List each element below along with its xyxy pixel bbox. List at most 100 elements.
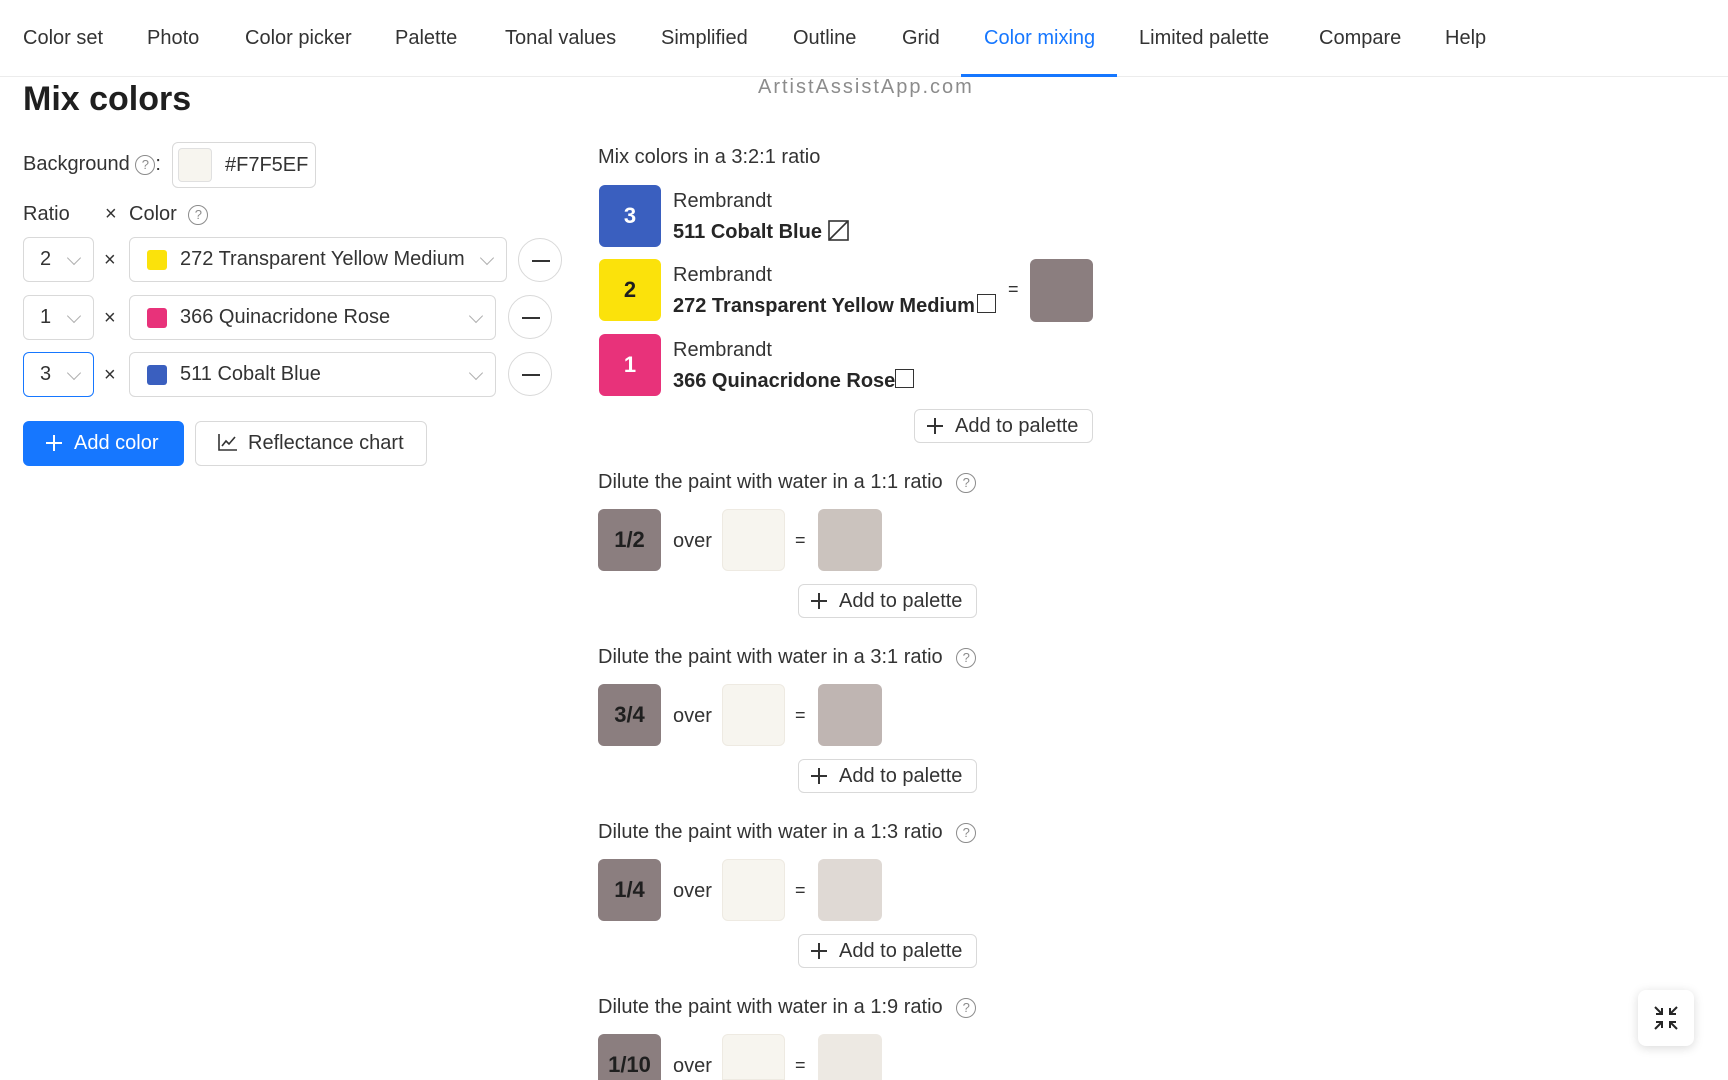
over-label: over <box>673 705 712 727</box>
dilution-fraction-swatch: 1/2 <box>598 509 661 571</box>
checkbox[interactable] <box>895 369 914 388</box>
tab-simplified[interactable]: Simplified <box>661 0 748 77</box>
paint-name: 272 Transparent Yellow Medium <box>673 295 975 317</box>
line-chart-icon <box>218 434 237 451</box>
help-icon[interactable]: ? <box>956 997 977 1018</box>
background-color-input[interactable]: #F7F5EF <box>172 142 316 188</box>
color-swatch <box>147 308 167 328</box>
remove-color-button[interactable] <box>508 295 552 339</box>
exit-fullscreen-button[interactable] <box>1638 990 1694 1046</box>
plus-icon <box>811 768 827 784</box>
add-to-palette-label: Add to palette <box>839 940 963 962</box>
tab-tonal-values[interactable]: Tonal values <box>505 0 616 77</box>
tab-color-picker[interactable]: Color picker <box>245 0 352 77</box>
color-swatch <box>147 250 167 270</box>
add-to-palette-button[interactable]: Add to palette <box>798 759 977 793</box>
add-to-palette-button[interactable]: Add to palette <box>914 409 1093 443</box>
tab-outline[interactable]: Outline <box>793 0 856 77</box>
times-header: × <box>105 203 117 225</box>
mix-parts-badge: 3 <box>599 185 661 247</box>
color-select[interactable]: 272 Transparent Yellow Medium <box>129 237 507 282</box>
dilution-heading-text: Dilute the paint with water in a 1:1 rat… <box>598 471 943 493</box>
dilution-heading: Dilute the paint with water in a 1:3 rat… <box>598 821 977 844</box>
background-label-group: Background ?: <box>23 153 161 176</box>
dilution-fraction-swatch: 3/4 <box>598 684 661 746</box>
plus-icon <box>927 418 943 434</box>
chevron-down-icon <box>66 308 82 324</box>
checkbox-slashed-icon[interactable] <box>828 220 849 241</box>
tab-grid[interactable]: Grid <box>902 0 940 77</box>
times-sign: × <box>104 307 116 329</box>
tab-photo[interactable]: Photo <box>147 0 199 77</box>
ratio-select[interactable]: 1 <box>23 295 94 340</box>
minus-icon <box>522 317 540 319</box>
chevron-down-icon <box>66 365 82 381</box>
plus-icon <box>811 943 827 959</box>
background-label: Background <box>23 153 130 175</box>
checkbox[interactable] <box>977 294 996 313</box>
equals-sign: = <box>795 880 806 900</box>
background-colon: : <box>155 153 161 175</box>
reflectance-chart-button[interactable]: Reflectance chart <box>195 421 427 466</box>
add-to-palette-label: Add to palette <box>955 415 1079 437</box>
paper-swatch <box>722 1034 785 1080</box>
over-label: over <box>673 1055 712 1077</box>
help-icon[interactable]: ? <box>956 822 977 843</box>
color-header-group: Color ? <box>129 203 209 226</box>
tab-palette[interactable]: Palette <box>395 0 457 77</box>
collapse-icon <box>1654 1006 1678 1030</box>
help-icon[interactable]: ? <box>956 472 977 493</box>
tab-limited-palette[interactable]: Limited palette <box>1139 0 1269 77</box>
reflectance-chart-label: Reflectance chart <box>248 432 404 454</box>
paint-brand: Rembrandt <box>673 190 772 212</box>
minus-icon <box>532 260 550 262</box>
dilution-result-swatch <box>818 509 882 571</box>
plus-icon <box>811 593 827 609</box>
paper-swatch <box>722 684 785 746</box>
help-icon[interactable]: ? <box>135 154 156 175</box>
help-icon[interactable]: ? <box>188 204 209 225</box>
watermark: ArtistAssistApp.com <box>758 76 974 98</box>
chevron-down-icon <box>479 250 495 266</box>
help-icon[interactable]: ? <box>956 647 977 668</box>
tab-color-mixing[interactable]: Color mixing <box>984 0 1095 77</box>
ratio-header: Ratio <box>23 203 70 225</box>
ratio-select[interactable]: 3 <box>23 352 94 397</box>
tab-help[interactable]: Help <box>1445 0 1486 77</box>
mix-parts-badge: 2 <box>599 259 661 321</box>
chevron-down-icon <box>66 250 82 266</box>
color-select-label: 366 Quinacridone Rose <box>180 306 391 328</box>
over-label: over <box>673 530 712 552</box>
mix-parts-badge: 1 <box>599 334 661 396</box>
color-swatch <box>147 365 167 385</box>
tab-compare[interactable]: Compare <box>1319 0 1401 77</box>
paint-name: 511 Cobalt Blue <box>673 221 822 243</box>
remove-color-button[interactable] <box>508 352 552 396</box>
equals-sign: = <box>795 705 806 725</box>
color-select-label: 511 Cobalt Blue <box>180 363 321 385</box>
color-select[interactable]: 366 Quinacridone Rose <box>129 295 496 340</box>
background-swatch <box>178 148 212 182</box>
paper-swatch <box>722 859 785 921</box>
over-label: over <box>673 880 712 902</box>
add-to-palette-button[interactable]: Add to palette <box>798 584 977 618</box>
top-nav: Color set Photo Color picker Palette Ton… <box>0 0 1728 77</box>
dilution-heading: Dilute the paint with water in a 3:1 rat… <box>598 646 977 669</box>
add-to-palette-button[interactable]: Add to palette <box>798 934 977 968</box>
remove-color-button[interactable] <box>518 238 562 282</box>
color-select[interactable]: 511 Cobalt Blue <box>129 352 496 397</box>
dilution-heading-text: Dilute the paint with water in a 3:1 rat… <box>598 646 943 668</box>
add-to-palette-label: Add to palette <box>839 765 963 787</box>
add-to-palette-label: Add to palette <box>839 590 963 612</box>
chevron-down-icon <box>468 365 484 381</box>
equals-sign: = <box>795 1055 806 1075</box>
dilution-heading: Dilute the paint with water in a 1:9 rat… <box>598 996 977 1019</box>
ratio-select[interactable]: 2 <box>23 237 94 282</box>
add-color-button[interactable]: Add color <box>23 421 184 466</box>
tab-color-set[interactable]: Color set <box>23 0 103 77</box>
equals-sign: = <box>795 530 806 550</box>
dilution-result-swatch <box>818 684 882 746</box>
dilution-heading-text: Dilute the paint with water in a 1:3 rat… <box>598 821 943 843</box>
plus-icon <box>46 435 62 451</box>
ratio-value: 3 <box>40 363 52 385</box>
